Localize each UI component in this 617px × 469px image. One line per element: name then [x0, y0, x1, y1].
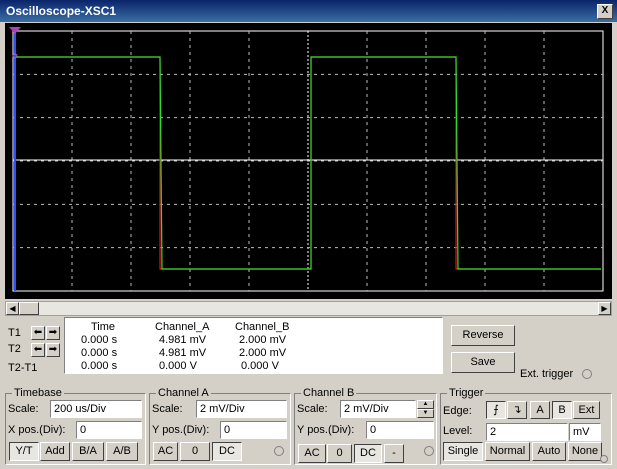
trigger-level-unit[interactable]: mV	[569, 423, 601, 441]
t1-left-button[interactable]: ⬅	[31, 326, 45, 340]
t2-time: 0.000 s	[81, 347, 118, 359]
channel-a-scale-field[interactable]: 2 mV/Div	[196, 400, 287, 418]
trigger-source-b-button[interactable]: B	[552, 401, 572, 419]
scroll-thumb[interactable]	[19, 302, 39, 315]
channel-a-title: Channel A	[156, 387, 211, 399]
cursor-readout-table: Time Channel_A Channel_B 0.000 s 4.981 m…	[64, 317, 443, 374]
close-button[interactable]: X	[597, 4, 613, 19]
t2-right-button[interactable]: ➡	[46, 343, 60, 357]
t2-b: 2.000 mV	[239, 347, 287, 359]
xpos-field[interactable]: 0	[76, 421, 142, 439]
trigger-normal-button[interactable]: Normal	[485, 442, 530, 461]
header-time: Time	[91, 321, 116, 333]
t1-right-button[interactable]: ➡	[46, 326, 60, 340]
channel-a-scale-label: Scale:	[152, 403, 183, 415]
trigger-auto-button[interactable]: Auto	[532, 442, 566, 461]
edge-label: Edge:	[443, 405, 472, 417]
channel-b-scale-label: Scale:	[297, 403, 328, 415]
t1-time: 0.000 s	[81, 334, 118, 346]
grid	[12, 30, 604, 292]
channel-b-trace	[13, 56, 601, 270]
level-label: Level:	[443, 425, 473, 437]
mode-yt-button[interactable]: Y/T	[9, 442, 39, 461]
horizontal-scrollbar[interactable]: ◀ ▶	[5, 301, 612, 316]
channel-a-trace	[13, 56, 601, 270]
header-channel-b: Channel_B	[235, 321, 290, 333]
falling-edge-button[interactable]: ↴	[507, 401, 527, 419]
trigger-source-ext-button[interactable]: Ext	[573, 401, 600, 419]
scroll-right-button[interactable]: ▶	[598, 302, 611, 315]
t1-b: 2.000 mV	[239, 334, 287, 346]
channel-a-ypos-label: Y pos.(Div):	[152, 424, 210, 436]
rising-edge-button[interactable]: ⨍	[486, 401, 506, 419]
channel-b-zero-button[interactable]: 0	[327, 444, 352, 463]
channel-a-zero-button[interactable]: 0	[180, 442, 210, 461]
arrow-left-icon: ⬅	[33, 327, 43, 338]
channel-a-terminal[interactable]	[274, 446, 284, 456]
scroll-left-button[interactable]: ◀	[6, 302, 19, 315]
arrow-right-icon: ➡	[48, 344, 58, 355]
falling-edge-icon: ↴	[512, 404, 522, 416]
timebase-scale-field[interactable]: 200 us/Div	[50, 400, 142, 418]
save-button[interactable]: Save	[451, 352, 515, 373]
channel-b-ypos-label: Y pos.(Div):	[297, 424, 355, 436]
t1-label: T1	[8, 327, 21, 339]
t2-label: T2	[8, 343, 21, 355]
title-bar: Oscilloscope-XSC1 X	[0, 0, 617, 22]
t2-t1-label: T2-T1	[8, 362, 38, 374]
trigger-title: Trigger	[447, 387, 486, 399]
channel-b-invert-button[interactable]: -	[384, 444, 404, 463]
window-title: Oscilloscope-XSC1	[6, 4, 117, 18]
ext-trigger-label: Ext. trigger	[520, 368, 574, 380]
channel-b-scale-up[interactable]: ▲	[417, 400, 434, 409]
diff-b: 0.000 V	[241, 360, 279, 372]
xpos-label: X pos.(Div):	[8, 424, 66, 436]
channel-a-ac-button[interactable]: AC	[153, 442, 178, 461]
timebase-scale-label: Scale:	[8, 403, 39, 415]
mode-ab-button[interactable]: A/B	[106, 442, 138, 461]
mode-add-button[interactable]: Add	[40, 442, 70, 461]
channel-a-dc-button[interactable]: DC	[212, 442, 242, 461]
channel-b-ypos-field[interactable]: 0	[366, 421, 434, 439]
timebase-title: Timebase	[12, 387, 64, 399]
channel-b-scale-down[interactable]: ▼	[417, 409, 434, 418]
ext-trigger-terminal[interactable]	[582, 369, 592, 379]
t2-a: 4.981 mV	[159, 347, 207, 359]
channel-a-ypos-field[interactable]: 0	[220, 421, 287, 439]
trigger-source-a-button[interactable]: A	[530, 401, 550, 419]
t2-left-button[interactable]: ⬅	[31, 343, 45, 357]
trigger-level-field[interactable]: 2	[486, 423, 568, 441]
trigger-single-button[interactable]: Single	[443, 442, 483, 461]
arrow-left-icon: ⬅	[33, 344, 43, 355]
channel-b-scale-field[interactable]: 2 mV/Div	[340, 400, 416, 418]
header-channel-a: Channel_A	[155, 321, 210, 333]
channel-b-dc-button[interactable]: DC	[354, 444, 382, 463]
t1-a: 4.981 mV	[159, 334, 207, 346]
diff-a: 0.000 V	[159, 360, 197, 372]
channel-b-ac-button[interactable]: AC	[298, 444, 326, 463]
reverse-button[interactable]: Reverse	[451, 325, 515, 346]
oscilloscope-screen[interactable]	[5, 23, 612, 299]
rising-edge-icon: ⨍	[493, 404, 499, 416]
arrow-right-icon: ➡	[48, 327, 58, 338]
channel-b-title: Channel B	[301, 387, 357, 399]
channel-b-terminal[interactable]	[424, 446, 434, 456]
trigger-terminal[interactable]	[600, 455, 608, 463]
mode-ba-button[interactable]: B/A	[72, 442, 104, 461]
diff-time: 0.000 s	[81, 360, 118, 372]
trigger-none-button[interactable]: None	[568, 442, 602, 461]
